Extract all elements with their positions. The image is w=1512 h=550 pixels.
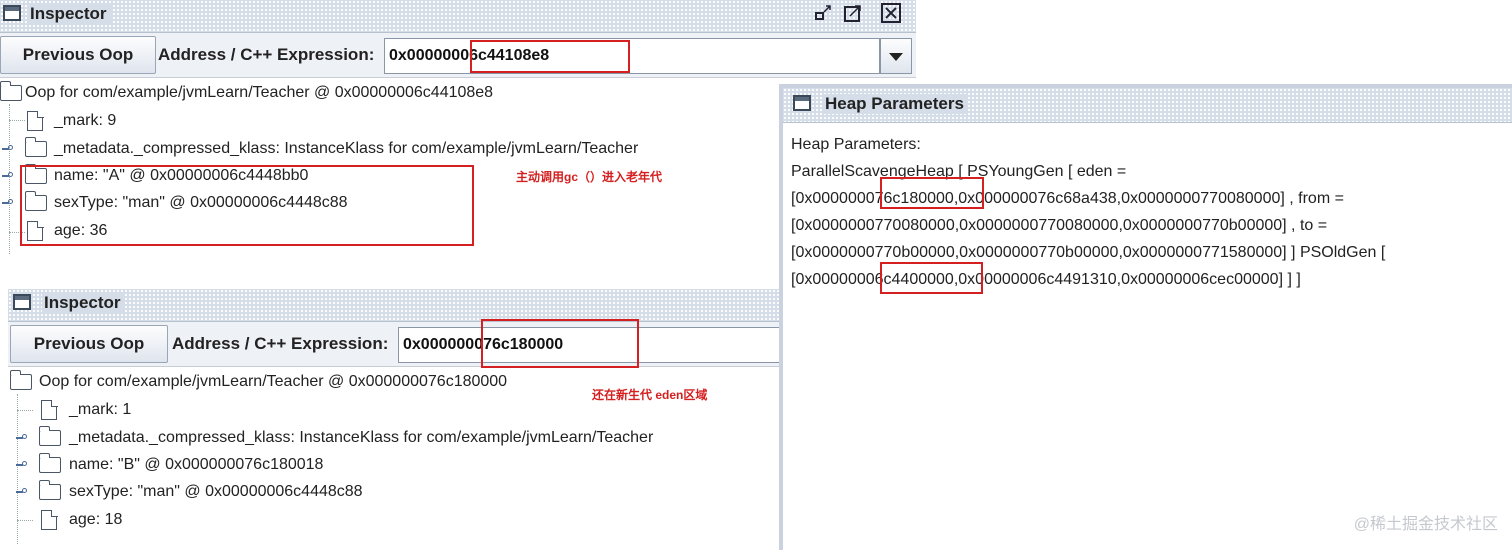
folder-icon <box>39 480 61 500</box>
previous-oop-button[interactable]: Previous Oop <box>10 325 168 363</box>
file-icon <box>41 509 58 530</box>
fields-highlight-box <box>20 165 474 246</box>
expand-toggle-icon[interactable] <box>16 488 28 496</box>
address-input[interactable]: 0x00000006c44108e8 <box>384 38 880 74</box>
previous-oop-button[interactable]: Previous Oop <box>0 36 156 74</box>
maximize-icon[interactable] <box>842 2 864 24</box>
inspector-window-2: Inspector Previous Oop Address / C++ Exp… <box>8 289 780 550</box>
expand-toggle-icon[interactable] <box>2 199 14 207</box>
inspector-2-titlebar[interactable]: Inspector <box>8 289 780 322</box>
expand-toggle-icon[interactable] <box>16 461 28 469</box>
inspector-1-titlebar[interactable]: Inspector <box>0 0 916 33</box>
heap-line: [0x00000006c4400000,0x00000006c4491310,0… <box>791 271 1301 288</box>
heap-line: [0x0000000770080000,0x0000000770080000,0… <box>791 217 1328 234</box>
annotation-old-gen: 主动调用gc（）进入老年代 <box>516 170 663 184</box>
address-highlight-box <box>481 319 639 368</box>
address-highlight-box <box>470 40 630 73</box>
eden-highlight-box <box>880 177 984 209</box>
inspector-2-toolbar: Previous Oop Address / C++ Expression: 0… <box>8 322 780 367</box>
window-icon <box>793 95 811 111</box>
folder-icon <box>39 453 61 473</box>
expand-toggle-icon[interactable] <box>16 434 28 442</box>
folder-icon <box>0 81 22 101</box>
folder-icon <box>25 137 47 157</box>
heap-title: Heap Parameters <box>823 94 968 114</box>
annotation-eden: 还在新生代 eden区域 <box>592 388 708 402</box>
address-dropdown-button[interactable] <box>880 38 912 74</box>
watermark: @稀土掘金技术社区 <box>1353 516 1498 533</box>
inspector-1-title: Inspector <box>28 4 111 24</box>
window-icon <box>3 5 21 21</box>
heap-line: [0x0000000770b00000,0x0000000770b00000,0… <box>791 244 1386 261</box>
inspector-2-title: Inspector <box>42 293 125 313</box>
heap-line: Heap Parameters: <box>791 136 921 153</box>
window-icon <box>13 294 31 310</box>
heap-line: [0x000000076c180000,0x000000076c68a438,0… <box>791 190 1344 207</box>
heap-parameters-window: Heap Parameters Heap Parameters: Paralle… <box>779 84 1512 550</box>
file-icon <box>27 110 44 131</box>
inspector-1-toolbar: Previous Oop Address / C++ Expression: 0… <box>0 33 916 78</box>
folder-icon <box>39 426 61 446</box>
file-icon <box>41 399 58 420</box>
close-icon[interactable] <box>880 2 902 24</box>
minimize-icon[interactable] <box>812 2 834 24</box>
address-label: Address / C++ Expression: <box>172 334 389 353</box>
oldgen-highlight-box <box>880 262 983 294</box>
heap-titlebar[interactable]: Heap Parameters <box>783 88 1512 123</box>
folder-icon <box>10 370 32 390</box>
expand-toggle-icon[interactable] <box>2 172 14 180</box>
expand-toggle-icon[interactable] <box>2 145 14 153</box>
address-label: Address / C++ Expression: <box>158 45 375 64</box>
